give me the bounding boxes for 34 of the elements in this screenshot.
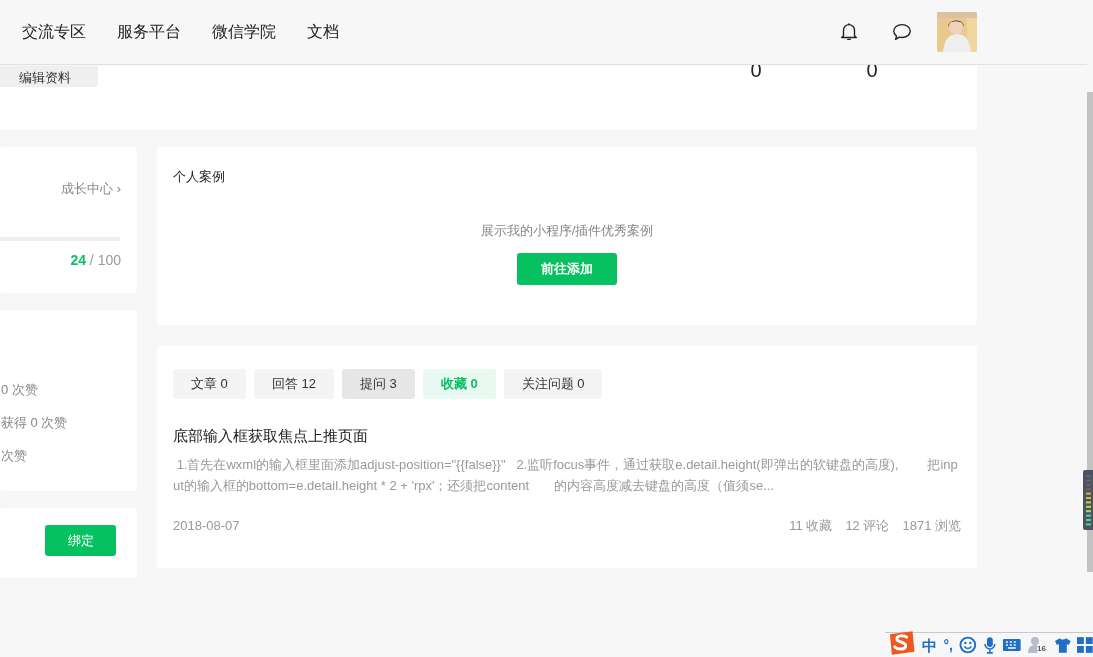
tab[interactable]: 提问 3 (341, 369, 415, 399)
nav-link[interactable]: 交流专区 (22, 20, 86, 44)
smiley-icon[interactable] (958, 636, 977, 654)
post-excerpt: 1.首先在wxml的输入框里面添加adjust-position="{{false}}" 2.监听focus事件，通过获取e.detail.height(即弹出的软键盘的高度), 把input的输入框的bottom=e.detail.height * 2 + 'rpx'；还须把content 的内容高度减去键盘的高度（值须se... (173, 455, 959, 495)
tab[interactable]: 文章 0 (173, 369, 246, 399)
nav-link[interactable]: 微信学院 (212, 20, 276, 44)
section-title: 个人案例 (173, 168, 225, 186)
post-date: 2018-08-07 (173, 516, 240, 535)
keyboard-icon[interactable] (1002, 637, 1022, 653)
likes-text: 0 次赞 (1, 381, 38, 399)
growth-center-link[interactable]: 成长中心 › (61, 179, 121, 199)
nav-link[interactable]: 服务平台 (117, 20, 181, 44)
bell-icon[interactable] (838, 21, 860, 43)
badge-count: 16 (1037, 645, 1046, 653)
microphone-icon[interactable] (982, 636, 997, 654)
post-stat: 1871 浏览 (902, 516, 961, 535)
tab[interactable]: 回答 12 (253, 369, 334, 399)
post-title[interactable]: 底部输入框获取焦点上推页面 (173, 425, 368, 448)
nav-link[interactable]: 文档 (307, 20, 339, 44)
likes-text: 次赞 (1, 447, 27, 465)
score-text: 24 / 100 (70, 251, 121, 270)
post-stat: 12 评论 (845, 516, 890, 535)
post-stat: 11 收藏 (789, 516, 833, 535)
chat-icon[interactable] (891, 21, 913, 43)
logo-icon[interactable] (887, 630, 917, 656)
tab[interactable]: 关注问题 0 (503, 369, 603, 399)
level-meter-icon (1083, 470, 1093, 530)
input-mode-toggle[interactable]: 中 (922, 637, 938, 653)
shirt-icon[interactable] (1053, 636, 1072, 654)
edit-profile-button[interactable]: 编辑资料 (0, 66, 98, 87)
likes-text: 获得 0 次赞 (1, 414, 68, 432)
empty-hint: 展示我的小程序/插件优秀案例 (480, 221, 654, 240)
grid-icon[interactable] (1077, 637, 1093, 653)
punctuation-toggle[interactable]: °, (943, 638, 953, 652)
